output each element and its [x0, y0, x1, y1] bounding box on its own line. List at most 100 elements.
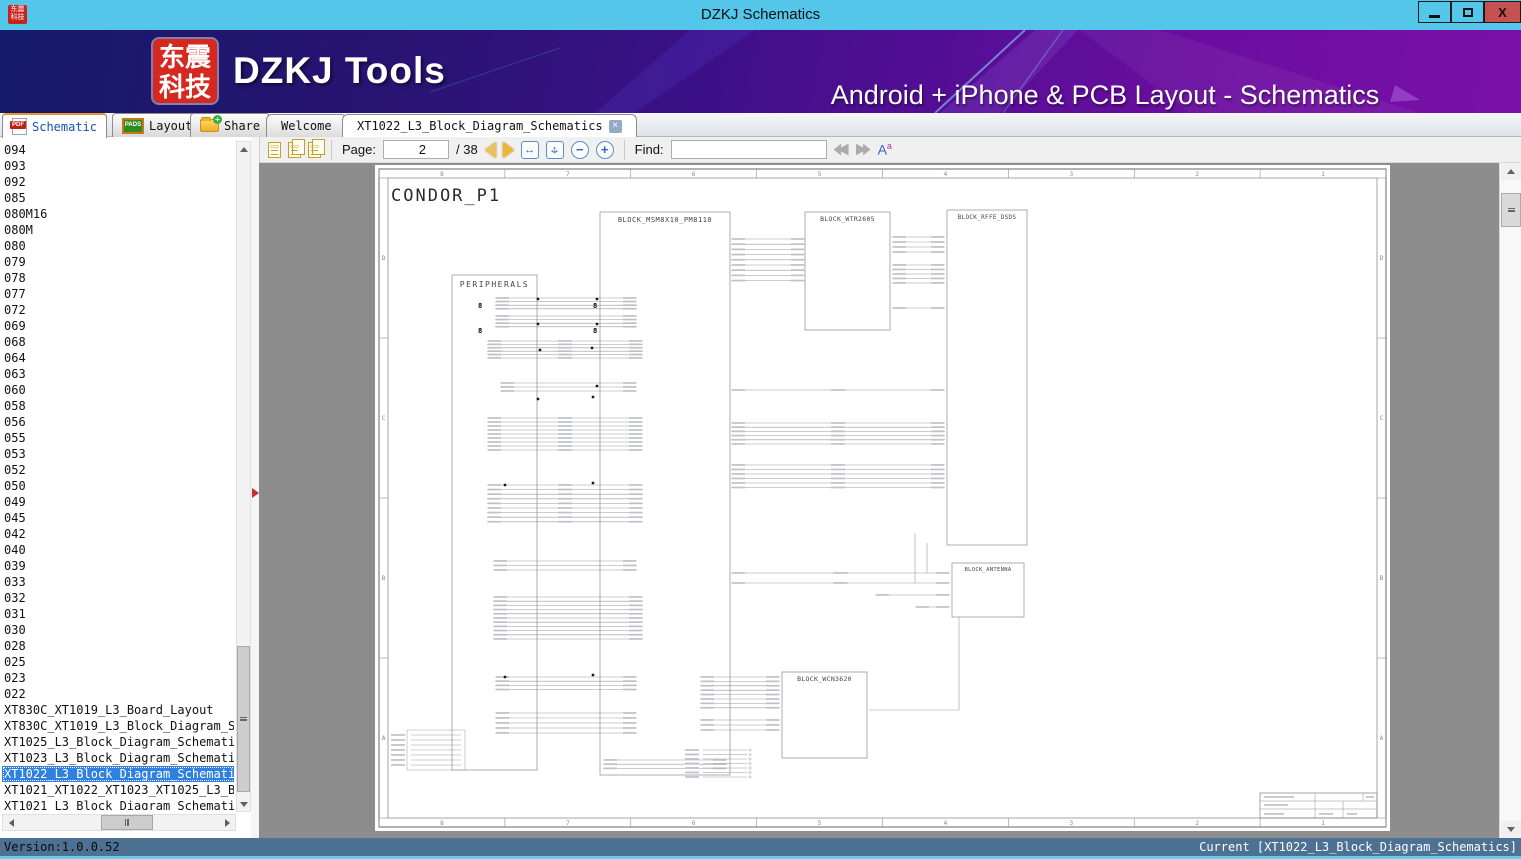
scroll-right-button[interactable] — [219, 815, 235, 830]
sidebar-item[interactable]: 045 — [2, 510, 28, 526]
find-label: Find: — [634, 142, 664, 157]
sidebar-list: 094 093 092 085 080M16 080M 080 079 078 077 072 069… — [2, 142, 234, 810]
header-banner: 东震 科技 DZKJ Tools Android + iPhone & PCB … — [0, 30, 1521, 113]
tab-schematic[interactable]: PDF Schematic — [2, 113, 108, 138]
sidebar-item[interactable]: 079 — [2, 254, 28, 270]
logo-text-line1: 东震 — [158, 42, 211, 72]
sidebar-item[interactable]: 064 — [2, 350, 28, 366]
sidebar-item[interactable]: 050 — [2, 478, 28, 494]
sidebar-item[interactable]: XT1021_L3_Block_Diagram_Schematics — [2, 798, 234, 810]
sidebar-item[interactable]: XT830C_XT1019_L3_Block_Diagram_Schemat — [2, 718, 234, 734]
version-label: Version:1.0.0.52 — [4, 840, 120, 854]
page-number-input[interactable] — [382, 140, 449, 159]
sidebar-item[interactable]: 063 — [2, 366, 28, 382]
main-vertical-scrollbar[interactable] — [1499, 163, 1521, 838]
schematic-page[interactable]: 8 8 7 7 6 6 5 5 4 4 3 3 2 2 1 1 D D C C B B A A CONDOR_P1 PERIPHE… — [375, 165, 1390, 831]
doc-tab-current-document[interactable]: XT1022_L3_Block_Diagram_Schematics × — [342, 114, 637, 137]
svg-text:D: D — [1380, 255, 1384, 262]
sidebar-item[interactable]: XT1023_L3_Block_Diagram_Schematics — [2, 750, 234, 766]
previous-page-button[interactable] — [484, 141, 496, 158]
sidebar-item[interactable]: 078 — [2, 270, 28, 286]
svg-text:C: C — [1380, 415, 1384, 422]
copy-page-icon[interactable] — [268, 141, 281, 158]
close-tab-icon[interactable]: × — [608, 119, 622, 133]
sidebar-item[interactable]: XT1022_L3_Block_Diagram_Schematics — [2, 766, 234, 782]
scroll-up-button[interactable] — [1501, 163, 1521, 180]
scrollbar-thumb[interactable] — [237, 646, 250, 792]
doc-tab-welcome-label: Welcome — [281, 119, 332, 133]
sidebar-item[interactable]: XT1025_L3_Block_Diagram_Schematics — [2, 734, 234, 750]
tab-schematic-label: Schematic — [32, 119, 98, 134]
sidebar-item[interactable]: 080M — [2, 222, 35, 238]
svg-text:D: D — [382, 255, 386, 262]
scroll-up-button[interactable] — [237, 142, 250, 156]
sidebar-item[interactable]: 039 — [2, 558, 28, 574]
dzkj-logo: 东震 科技 — [153, 39, 217, 103]
splitter-collapse-icon[interactable] — [252, 488, 259, 498]
sidebar-item[interactable]: 030 — [2, 622, 28, 638]
find-previous-icon[interactable] — [833, 143, 849, 156]
file-list-panel: 094 093 092 085 080M16 080M 080 079 078 077 072 069… — [0, 137, 260, 838]
svg-text:7: 7 — [566, 820, 570, 827]
scroll-down-button[interactable] — [1501, 821, 1521, 838]
sidebar-vertical-scrollbar[interactable] — [236, 141, 251, 812]
sidebar-item[interactable]: 033 — [2, 574, 28, 590]
close-button[interactable]: X — [1484, 1, 1521, 23]
sidebar-item[interactable]: 092 — [2, 174, 28, 190]
sidebar-item[interactable]: 032 — [2, 590, 28, 606]
sidebar-item[interactable]: 055 — [2, 430, 28, 446]
sidebar-item[interactable]: 031 — [2, 606, 28, 622]
doc-tab-welcome[interactable]: Welcome — [266, 114, 347, 137]
import-page-icon[interactable] — [308, 138, 325, 158]
sidebar-item[interactable]: 058 — [2, 398, 28, 414]
svg-text:1: 1 — [1321, 820, 1325, 827]
sidebar-item[interactable]: 085 — [2, 190, 28, 206]
find-next-icon[interactable] — [855, 143, 871, 156]
sidebar-item[interactable]: 093 — [2, 158, 28, 174]
sidebar-item[interactable]: 069 — [2, 318, 28, 334]
zoom-in-button[interactable]: + — [595, 140, 614, 159]
maximize-button[interactable] — [1451, 1, 1484, 23]
scroll-left-button[interactable] — [3, 815, 19, 830]
find-input[interactable] — [670, 140, 827, 159]
scroll-down-button[interactable] — [237, 797, 250, 811]
next-page-button[interactable] — [502, 141, 514, 158]
sidebar-item[interactable]: 068 — [2, 334, 28, 350]
sidebar-item[interactable]: 080 — [2, 238, 28, 254]
fit-width-button[interactable]: ↔ — [520, 140, 539, 159]
minimize-button[interactable] — [1418, 1, 1451, 23]
sidebar-item[interactable]: 080M16 — [2, 206, 49, 222]
sidebar-horizontal-scrollbar[interactable] — [2, 814, 236, 831]
svg-text:8: 8 — [478, 327, 482, 335]
document-canvas[interactable]: 8 8 7 7 6 6 5 5 4 4 3 3 2 2 1 1 D D C C B B A A CONDOR_P1 PERIPHE… — [259, 163, 1499, 838]
sidebar-item[interactable]: 072 — [2, 302, 28, 318]
page-total: / 38 — [455, 142, 478, 157]
tab-share[interactable]: + Share — [190, 113, 271, 137]
scrollbar-thumb[interactable] — [1501, 193, 1521, 227]
sidebar-item[interactable]: XT1021_XT1022_XT1023_XT1025_L3_Board_I — [2, 782, 234, 798]
tab-layout[interactable]: PADS Layout — [112, 113, 203, 137]
match-case-icon[interactable]: Aa — [878, 142, 892, 157]
sidebar-item[interactable]: XT830C_XT1019_L3_Board_Layout — [2, 702, 216, 718]
schematic-drawing[interactable]: 8 8 7 7 6 6 5 5 4 4 3 3 2 2 1 1 D D C C B B A A CONDOR_P1 PERIPHE… — [375, 165, 1390, 831]
sidebar-item[interactable]: 040 — [2, 542, 28, 558]
sidebar-item[interactable]: 028 — [2, 638, 28, 654]
page-label: Page: — [342, 142, 376, 157]
sidebar-item[interactable]: 042 — [2, 526, 28, 542]
sidebar-item[interactable]: 077 — [2, 286, 28, 302]
sidebar-item[interactable]: 052 — [2, 462, 28, 478]
sidebar-item[interactable]: 094 — [2, 142, 28, 158]
sidebar-item[interactable]: 049 — [2, 494, 28, 510]
svg-text:4: 4 — [944, 820, 948, 827]
sidebar-item[interactable]: 053 — [2, 446, 28, 462]
block-title: BLOCK_ANTENNA — [965, 567, 1012, 573]
fit-page-button[interactable]: ↔ ↕ — [545, 140, 564, 159]
sidebar-item[interactable]: 060 — [2, 382, 28, 398]
sidebar-item[interactable]: 025 — [2, 654, 28, 670]
sidebar-item[interactable]: 023 — [2, 670, 28, 686]
scrollbar-thumb[interactable] — [101, 815, 153, 830]
zoom-out-button[interactable]: − — [570, 140, 589, 159]
sidebar-item[interactable]: 022 — [2, 686, 28, 702]
sidebar-item[interactable]: 056 — [2, 414, 28, 430]
export-page-icon[interactable] — [288, 138, 305, 158]
